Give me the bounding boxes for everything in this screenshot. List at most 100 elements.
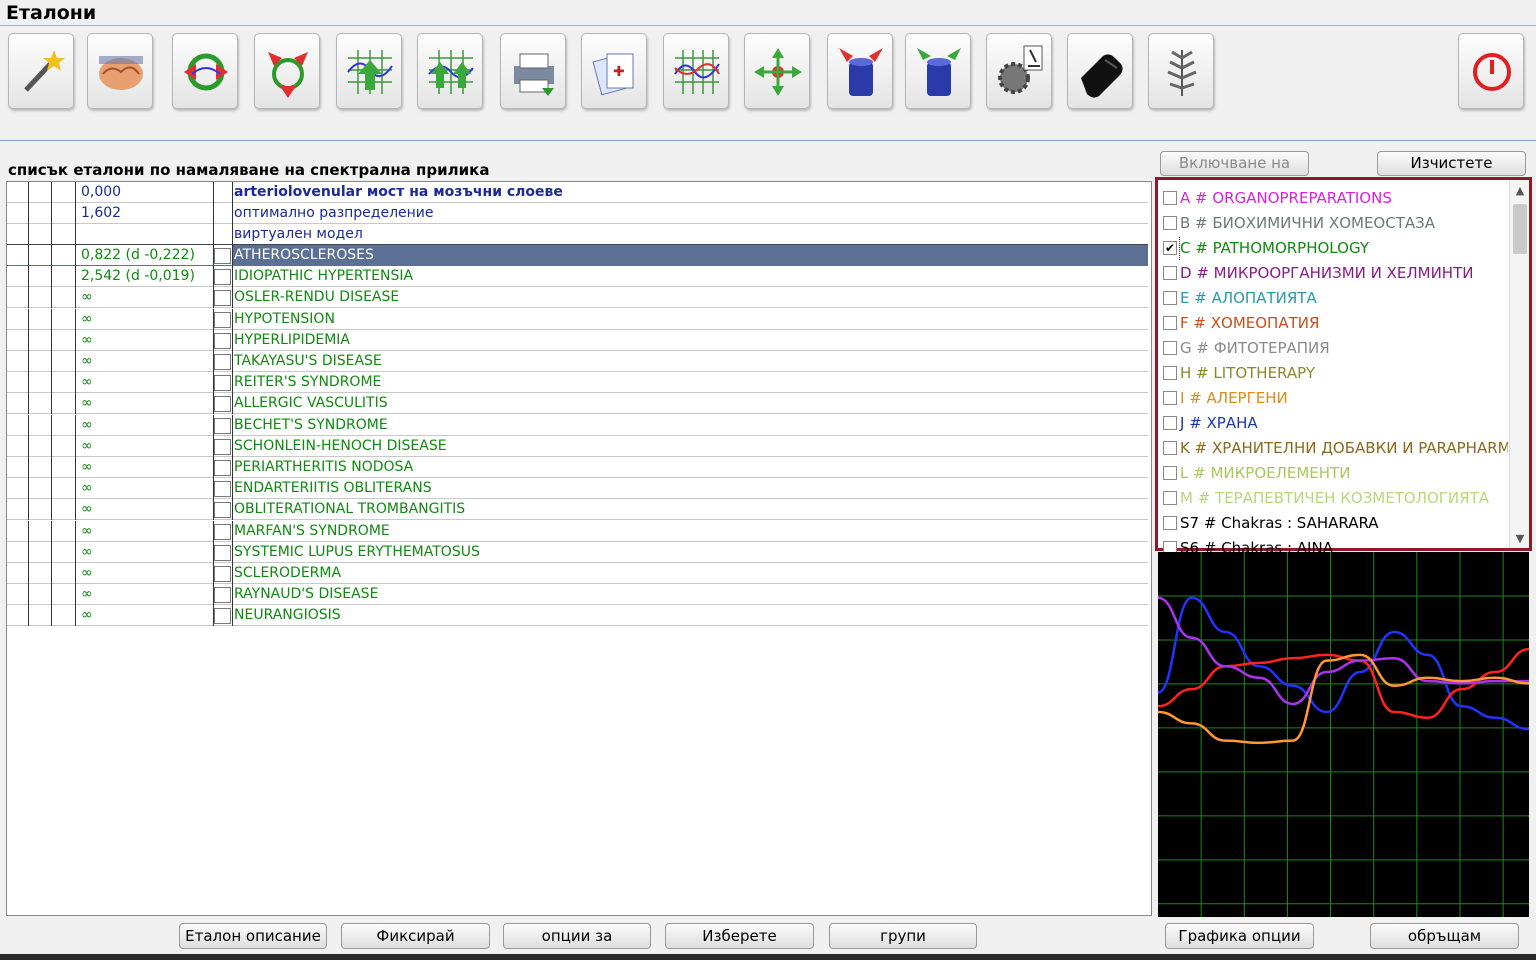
waveform-button[interactable]: [663, 33, 729, 109]
category-checkbox[interactable]: [1163, 441, 1177, 455]
table-row[interactable]: ∞ REITER'S SYNDROME: [7, 372, 1148, 394]
category-checkbox[interactable]: [1163, 491, 1177, 505]
category-item[interactable]: J # ХРАНА: [1162, 411, 1508, 436]
table-row[interactable]: ∞ OBLITERATIONAL TROMBANGITIS: [7, 499, 1148, 521]
sort-options-button[interactable]: опции за сортиране: [503, 923, 651, 960]
category-item[interactable]: A # ORGANOPREPARATIONS: [1162, 186, 1508, 211]
row-checkbox[interactable]: [214, 587, 231, 604]
distribute-button[interactable]: [744, 33, 810, 109]
graph-up-button[interactable]: [336, 33, 402, 109]
groups-button[interactable]: групи: [829, 923, 977, 949]
graph-double-up-button[interactable]: [417, 33, 483, 109]
category-checkbox[interactable]: [1163, 416, 1177, 430]
print-button[interactable]: [500, 33, 566, 109]
table-row[interactable]: ∞ RAYNAUD'S DISEASE: [7, 584, 1148, 606]
include-all-button[interactable]: Включване на всички: [1160, 151, 1309, 176]
clear-button[interactable]: Изчистете: [1377, 151, 1526, 176]
category-checkbox[interactable]: [1163, 366, 1177, 380]
category-checkbox[interactable]: [1163, 341, 1177, 355]
category-checkbox[interactable]: [1163, 291, 1177, 305]
category-item[interactable]: L # МИКРОЕЛЕМЕНТИ: [1162, 461, 1508, 486]
row-checkbox[interactable]: [214, 248, 231, 264]
category-item[interactable]: H # LITOTHERAPY: [1162, 361, 1508, 386]
jar-in-button[interactable]: [827, 33, 893, 109]
table-row[interactable]: ∞ ALLERGIC VASCULITIS: [7, 393, 1148, 415]
category-scrollbar[interactable]: ▲ ▼: [1509, 180, 1529, 548]
table-row[interactable]: ∞ SCHONLEIN-HENOCH DISEASE: [7, 435, 1148, 457]
choose-button[interactable]: Изберете: [665, 923, 814, 949]
graph-double-up-arrow-icon: [428, 50, 474, 94]
category-item[interactable]: ✔ C # PATHOMORPHOLOGY: [1162, 236, 1508, 261]
graph-options-button[interactable]: Графика опции: [1165, 923, 1314, 949]
category-checkbox[interactable]: [1163, 316, 1177, 330]
scroll-thumb[interactable]: [1513, 204, 1527, 254]
table-row[interactable]: 0,000 arteriolovenular мост на мозъчни с…: [7, 182, 1148, 203]
row-checkbox[interactable]: [214, 417, 231, 434]
describe-etalon-button[interactable]: Еталон описание: [179, 923, 327, 949]
row-checkbox[interactable]: [214, 460, 231, 476]
row-checkbox[interactable]: [214, 523, 231, 540]
table-row[interactable]: 2,542 (d -0,019) IDIOPATHIC HYPERTENSIA: [7, 266, 1148, 288]
row-value: ∞: [76, 499, 214, 521]
black-stone-button[interactable]: [1067, 33, 1133, 109]
table-row[interactable]: ∞ NEURANGIOSIS: [7, 605, 1148, 627]
etalon-grid[interactable]: 0,000 arteriolovenular мост на мозъчни с…: [6, 181, 1152, 916]
category-item[interactable]: F # ХОМЕОПАТИЯ: [1162, 311, 1508, 336]
table-row[interactable]: 1,602 оптимално разпределение: [7, 203, 1148, 224]
table-row[interactable]: ∞ BECHET'S SYNDROME: [7, 414, 1148, 436]
category-checkbox[interactable]: [1163, 191, 1177, 205]
category-checkbox[interactable]: [1163, 516, 1177, 530]
table-row[interactable]: ∞ HYPERLIPIDEMIA: [7, 329, 1148, 351]
row-checkbox[interactable]: [214, 290, 231, 307]
split-button[interactable]: [254, 33, 320, 109]
table-row[interactable]: 0,822 (d -0,222) ATHEROSCLEROSES: [7, 245, 1148, 266]
power-button[interactable]: [1458, 33, 1524, 109]
cards-button[interactable]: ✚: [581, 33, 647, 109]
category-item[interactable]: S7 # Chakras : SAHARARA: [1162, 511, 1508, 536]
brain-button[interactable]: [87, 33, 153, 109]
row-checkbox[interactable]: [214, 502, 231, 519]
fix-button[interactable]: Фиксирай: [341, 923, 490, 949]
herb-button[interactable]: [1148, 33, 1214, 109]
microscope-button[interactable]: [986, 33, 1052, 109]
row-checkbox[interactable]: [214, 608, 231, 625]
rotate-button[interactable]: обръщам: [1370, 923, 1519, 949]
category-checkbox[interactable]: [1163, 266, 1177, 280]
category-checkbox[interactable]: ✔: [1163, 241, 1177, 255]
scroll-up-icon[interactable]: ▲: [1513, 184, 1527, 198]
category-item[interactable]: G # ФИТОТЕРАПИЯ: [1162, 336, 1508, 361]
table-row[interactable]: ∞ SYSTEMIC LUPUS ERYTHEMATOSUS: [7, 541, 1148, 563]
row-checkbox[interactable]: [214, 311, 231, 328]
magic-wand-button[interactable]: [8, 33, 74, 109]
row-checkbox[interactable]: [214, 354, 231, 370]
table-row[interactable]: ∞ ENDARTERIITIS OBLITERANS: [7, 478, 1148, 500]
table-row[interactable]: виртуален модел: [7, 224, 1148, 245]
table-row[interactable]: ∞ PERIARTHERITIS NODOSA: [7, 457, 1148, 478]
row-checkbox[interactable]: [214, 332, 231, 349]
table-row[interactable]: ∞ TAKAYASU'S DISEASE: [7, 351, 1148, 372]
jar-out-button[interactable]: [905, 33, 971, 109]
table-row[interactable]: ∞ OSLER-RENDU DISEASE: [7, 287, 1148, 309]
cycle-button[interactable]: [172, 33, 238, 109]
table-row[interactable]: ∞ MARFAN'S SYNDROME: [7, 520, 1148, 542]
row-checkbox[interactable]: [214, 269, 231, 286]
row-checkbox[interactable]: [214, 481, 231, 498]
category-checkbox[interactable]: [1163, 391, 1177, 405]
scroll-down-icon[interactable]: ▼: [1513, 532, 1527, 546]
category-checkbox[interactable]: [1163, 466, 1177, 480]
category-item[interactable]: B # БИОХИМИЧНИ ХОМЕОСТАЗА: [1162, 211, 1508, 236]
category-item[interactable]: M # ТЕРАПЕВТИЧЕН КОЗМЕТОЛОГИЯТА: [1162, 486, 1508, 511]
category-list[interactable]: A # ORGANOPREPARATIONS B # БИОХИМИЧНИ ХОМ…: [1155, 177, 1532, 557]
table-row[interactable]: ∞ SCLERODERMA: [7, 563, 1148, 584]
category-item[interactable]: I # АЛЕРГЕНИ: [1162, 386, 1508, 411]
row-checkbox[interactable]: [214, 544, 231, 561]
category-checkbox[interactable]: [1163, 216, 1177, 230]
row-checkbox[interactable]: [214, 566, 231, 582]
table-row[interactable]: ∞ HYPOTENSION: [7, 308, 1148, 330]
row-checkbox[interactable]: [214, 396, 231, 413]
category-item[interactable]: D # МИКРООРГАНИЗМИ И ХЕЛМИНТИ: [1162, 261, 1508, 286]
row-checkbox[interactable]: [214, 438, 231, 455]
row-checkbox[interactable]: [214, 375, 231, 392]
category-item[interactable]: K # ХРАНИТЕЛНИ ДОБАВКИ И PARAPHARMA: [1162, 436, 1508, 461]
category-item[interactable]: E # АЛОПАТИЯТА: [1162, 286, 1508, 311]
